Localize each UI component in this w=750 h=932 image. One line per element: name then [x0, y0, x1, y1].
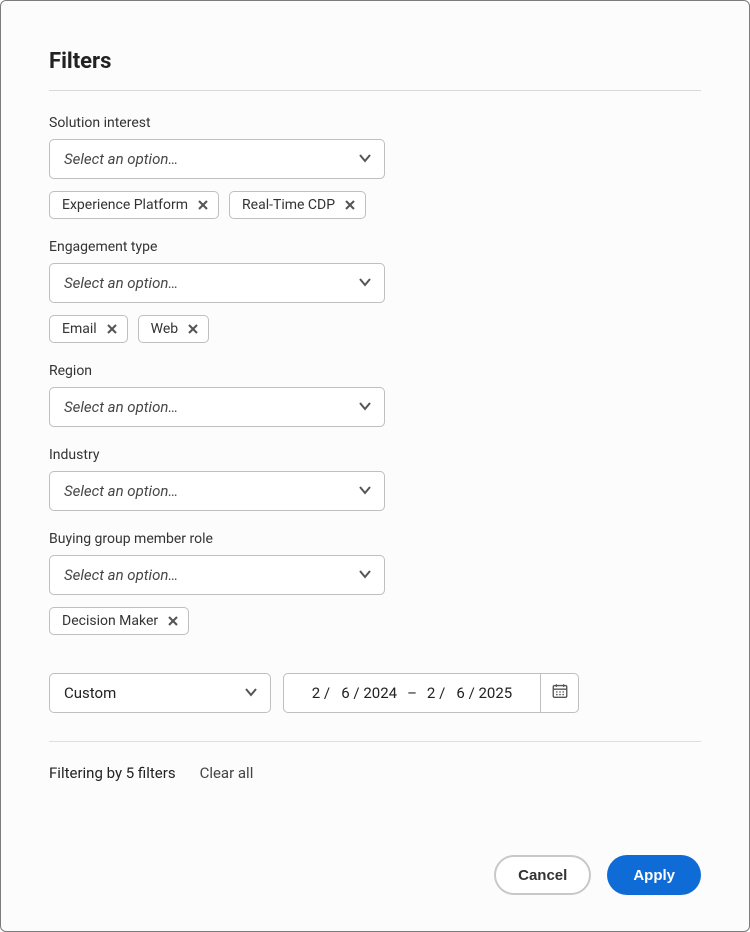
tag-label: Web [151, 321, 179, 337]
tag-remove-button[interactable] [345, 200, 355, 210]
tag-decision-maker: Decision Maker [49, 607, 189, 635]
panel-title: Filters [49, 49, 701, 74]
select-industry[interactable]: Select an option… [49, 471, 385, 511]
date-to: 2 / 6 / 2025 [427, 684, 512, 702]
filter-count-text: Filtering by 5 filters [49, 764, 176, 782]
select-engagement-type[interactable]: Select an option… [49, 263, 385, 303]
divider [49, 741, 701, 742]
tag-label: Experience Platform [62, 197, 188, 213]
calendar-button[interactable] [540, 674, 578, 712]
select-region[interactable]: Select an option… [49, 387, 385, 427]
tag-real-time-cdp: Real-Time CDP [229, 191, 366, 219]
tag-web: Web [138, 315, 210, 343]
date-dash: – [407, 684, 417, 702]
chevron-down-icon [358, 398, 372, 417]
select-solution-interest[interactable]: Select an option… [49, 139, 385, 179]
group-solution-interest: Solution interest Select an option… Expe… [49, 115, 701, 219]
select-placeholder: Select an option… [64, 150, 178, 168]
tags-buying-role: Decision Maker [49, 607, 701, 635]
select-placeholder: Select an option… [64, 274, 178, 292]
date-range-fields[interactable]: 2 / 6 / 2024 – 2 / 6 / 2025 [284, 684, 540, 702]
tag-remove-button[interactable] [198, 200, 208, 210]
tag-remove-button[interactable] [168, 616, 178, 626]
group-engagement-type: Engagement type Select an option… Email … [49, 239, 701, 343]
select-buying-role[interactable]: Select an option… [49, 555, 385, 595]
date-range-picker: 2 / 6 / 2024 – 2 / 6 / 2025 [283, 673, 579, 713]
chevron-down-icon [358, 566, 372, 585]
chevron-down-icon [358, 482, 372, 501]
tags-engagement-type: Email Web [49, 315, 701, 343]
apply-button[interactable]: Apply [607, 855, 701, 895]
cancel-button[interactable]: Cancel [494, 855, 591, 895]
divider [49, 90, 701, 91]
tag-experience-platform: Experience Platform [49, 191, 219, 219]
select-placeholder: Select an option… [64, 566, 178, 584]
group-region: Region Select an option… [49, 363, 701, 427]
select-date-mode[interactable]: Custom [49, 673, 271, 713]
label-buying-role: Buying group member role [49, 531, 701, 547]
clear-all-button[interactable]: Clear all [200, 764, 254, 782]
footer: Cancel Apply [49, 815, 701, 895]
group-buying-role: Buying group member role Select an optio… [49, 531, 701, 635]
date-range-row: Custom 2 / 6 / 2024 – 2 / 6 / 2025 [49, 673, 701, 713]
chevron-down-icon [358, 274, 372, 293]
chevron-down-icon [358, 150, 372, 169]
date-mode-value: Custom [64, 684, 116, 702]
tag-label: Real-Time CDP [242, 197, 335, 213]
calendar-icon [551, 682, 569, 704]
tag-remove-button[interactable] [107, 324, 117, 334]
date-from: 2 / 6 / 2024 [312, 684, 397, 702]
select-placeholder: Select an option… [64, 482, 178, 500]
group-industry: Industry Select an option… [49, 447, 701, 511]
chevron-down-icon [244, 684, 258, 703]
filters-panel: Filters Solution interest Select an opti… [0, 0, 750, 932]
status-row: Filtering by 5 filters Clear all [49, 764, 701, 782]
label-industry: Industry [49, 447, 701, 463]
tag-label: Decision Maker [62, 613, 158, 629]
tag-remove-button[interactable] [188, 324, 198, 334]
label-engagement-type: Engagement type [49, 239, 701, 255]
tag-label: Email [62, 321, 97, 337]
select-placeholder: Select an option… [64, 398, 178, 416]
tags-solution-interest: Experience Platform Real-Time CDP [49, 191, 701, 219]
tag-email: Email [49, 315, 128, 343]
label-solution-interest: Solution interest [49, 115, 701, 131]
label-region: Region [49, 363, 701, 379]
